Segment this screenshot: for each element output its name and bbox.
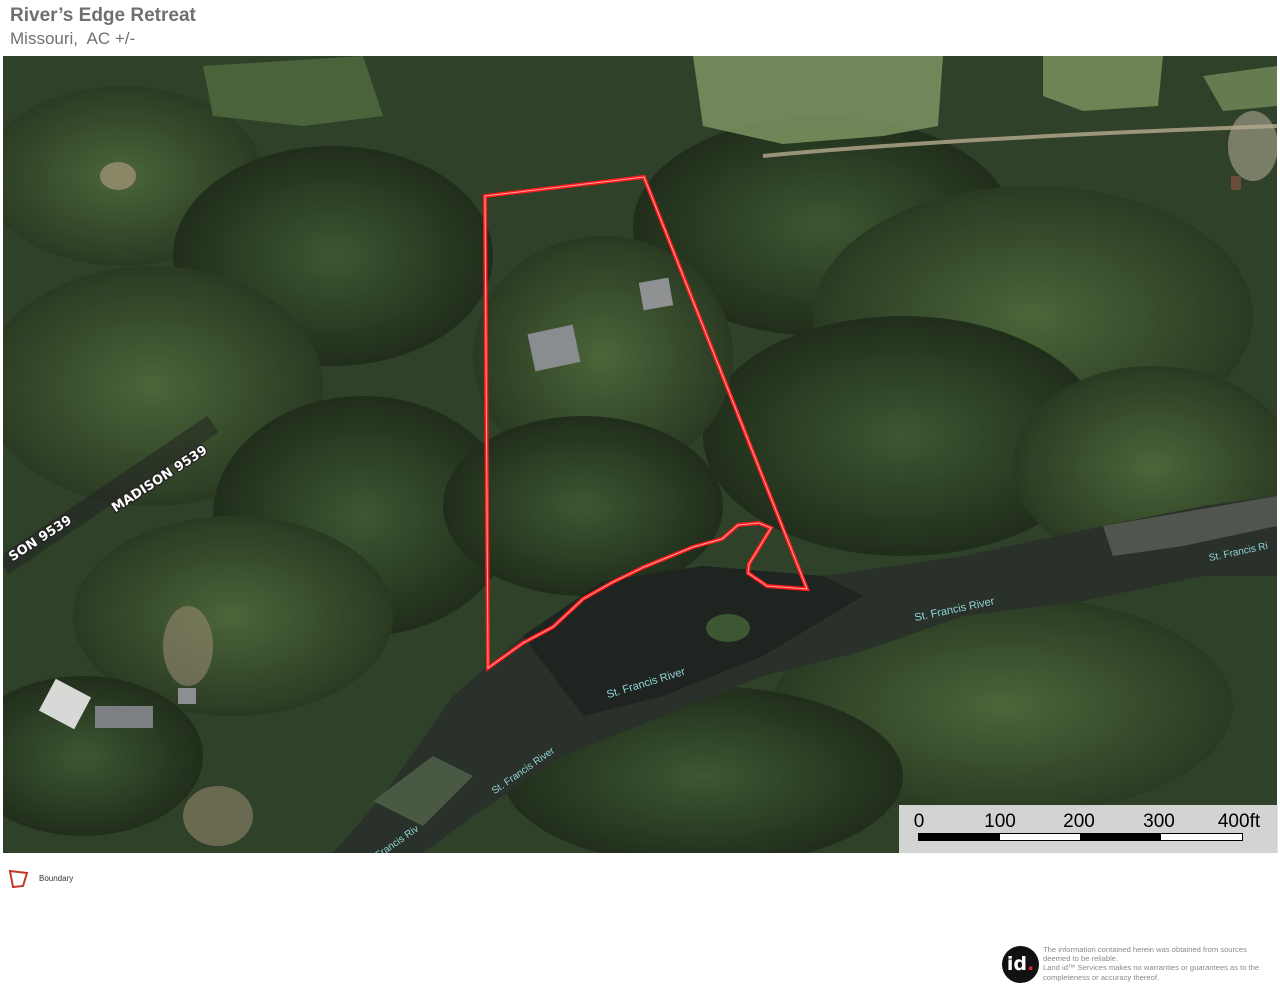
disclaimer-text: The information contained herein was obt… xyxy=(1043,945,1279,982)
disclaimer-line: Land id™ Services makes no warranties or… xyxy=(1043,963,1260,973)
disclaimer-line: The information contained herein was obt… xyxy=(1043,945,1247,954)
scale-label-100: 100 xyxy=(984,811,1016,832)
scale-label-300: 300 xyxy=(1143,811,1175,832)
pasture-field xyxy=(693,56,943,144)
boundary-polygon-icon xyxy=(8,869,29,889)
page-title: River’s Edge Retreat xyxy=(10,5,196,26)
scale-bar-panel: 0 100 200 300 400ft xyxy=(899,805,1278,853)
aerial-map[interactable]: MADISON 9539 SON 9539 St. Francis River … xyxy=(3,56,1277,853)
forest-canopy xyxy=(3,86,1277,853)
scale-label-400ft: 400ft xyxy=(1217,811,1261,832)
scale-label-200: 200 xyxy=(1063,811,1095,832)
disclaimer-line: deemed to be reliable. xyxy=(1043,954,1119,964)
scale-bar xyxy=(918,833,1243,841)
disclaimer-line: completeness or accuracy thereof. xyxy=(1043,972,1160,982)
page-subtitle: Missouri, AC +/- xyxy=(10,29,136,48)
legend-label-boundary: Boundary xyxy=(39,874,74,883)
aerial-imagery: MADISON 9539 SON 9539 St. Francis River … xyxy=(3,56,1277,853)
scale-label-0: 0 xyxy=(913,811,925,832)
map-page: River’s Edge Retreat Missouri, AC +/- MA… xyxy=(0,0,1280,989)
land-id-logo: id. xyxy=(1002,946,1039,983)
